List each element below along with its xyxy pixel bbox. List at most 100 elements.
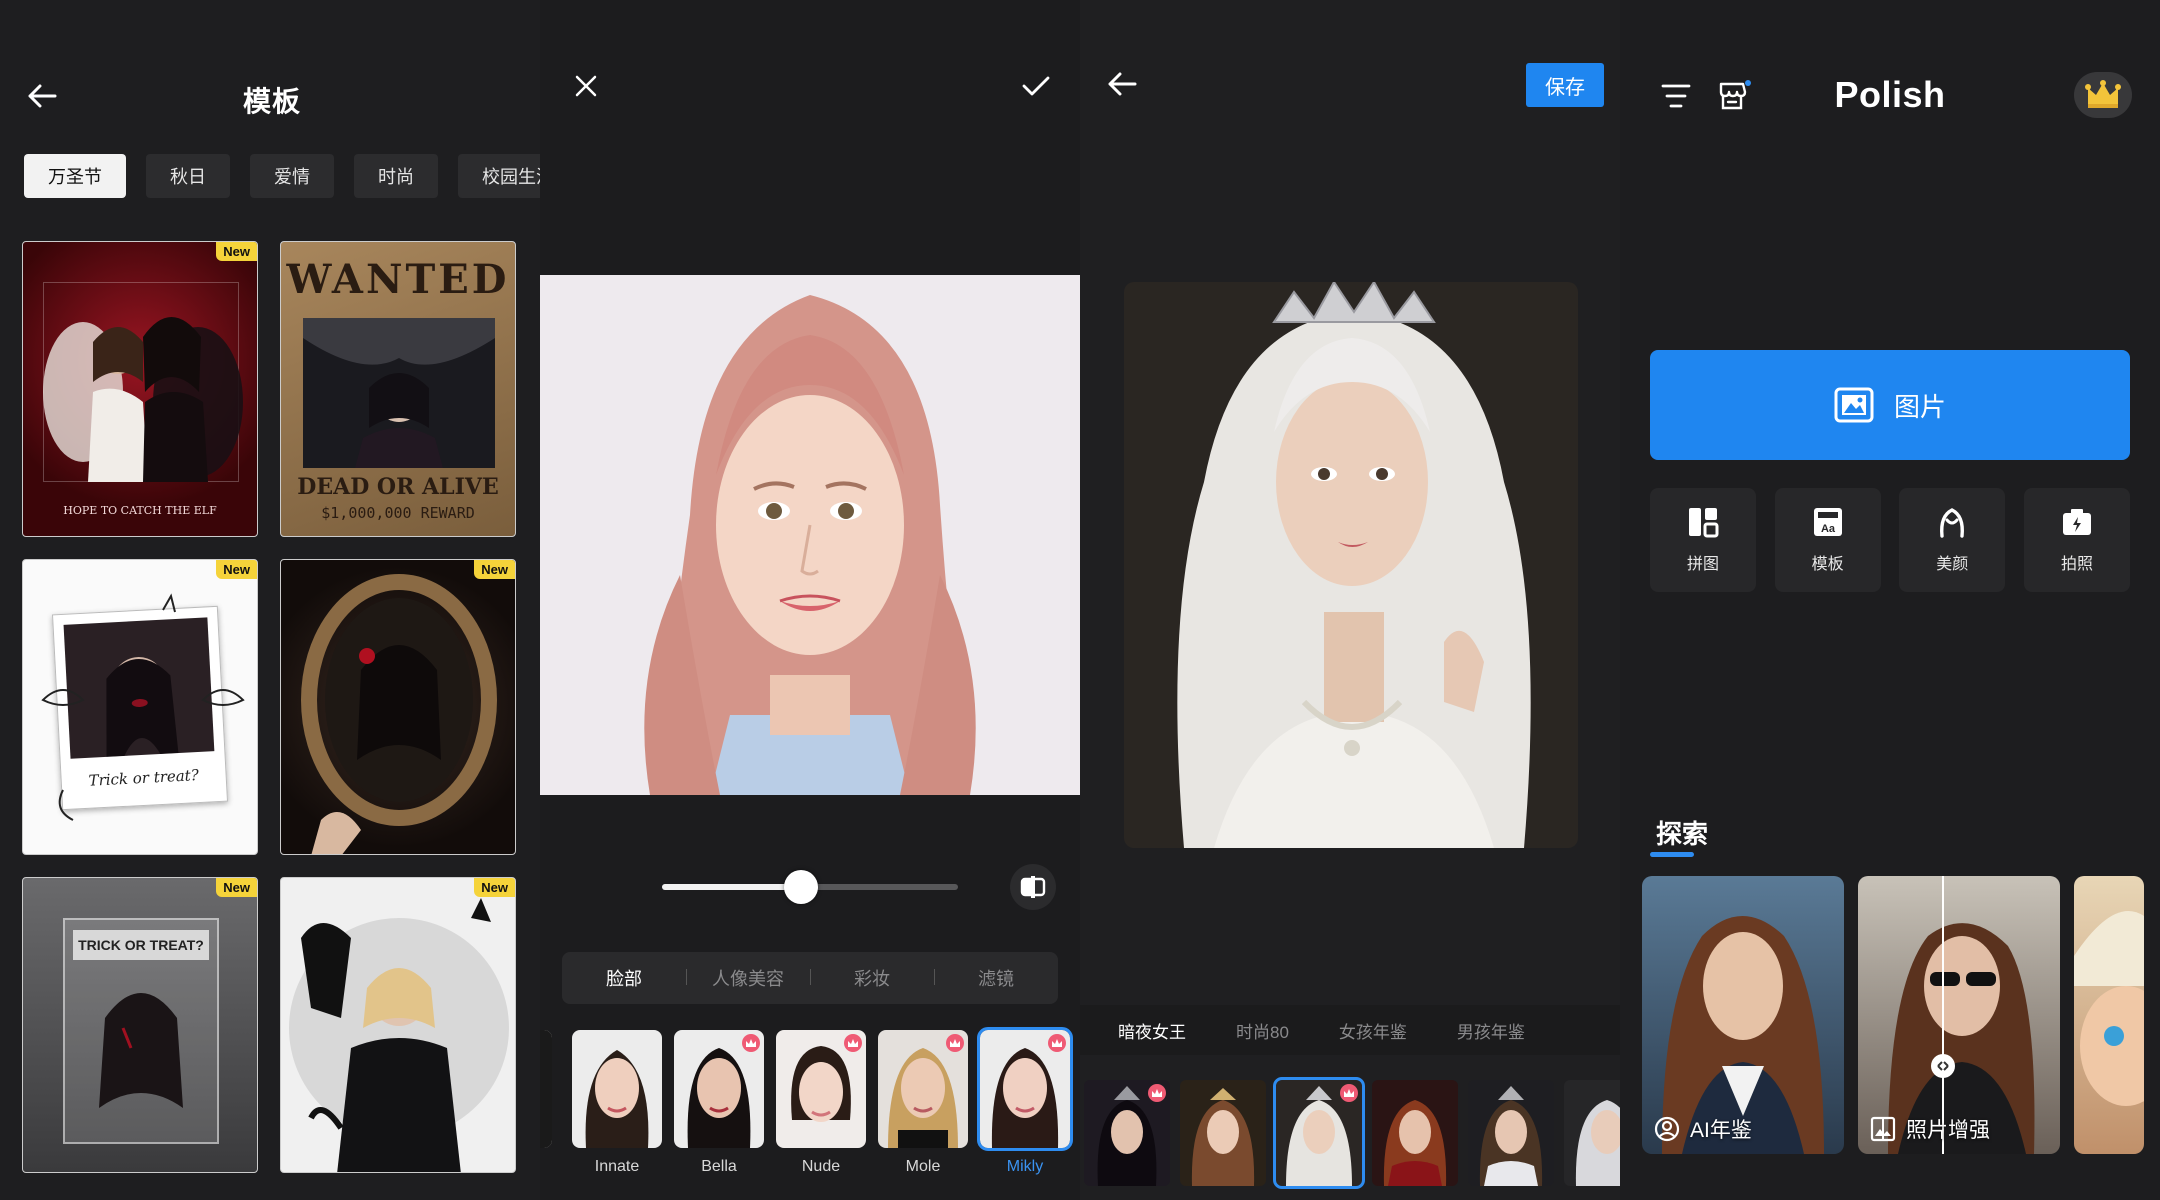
- card-label: 照片增强: [1906, 1119, 1990, 1142]
- card-caption: 照片增强: [1870, 1114, 1990, 1144]
- tab-makeup[interactable]: 彩妆: [810, 965, 934, 991]
- tool-beauty[interactable]: 美颜: [1899, 488, 2006, 592]
- tool-label: 模板: [1811, 556, 1844, 573]
- preset-item[interactable]: Bella: [674, 1030, 764, 1176]
- tab-boy-yearbook[interactable]: 男孩年鉴: [1457, 1018, 1525, 1043]
- tool-label: 拍照: [2060, 556, 2093, 573]
- explore-card-ai-yearbook[interactable]: AI年鉴: [1642, 876, 1844, 1154]
- preset-item[interactable]: Mole: [878, 1030, 968, 1176]
- back-button[interactable]: [1102, 64, 1142, 104]
- cartoon-portrait: [2074, 911, 2144, 1106]
- style-thumb[interactable]: [1372, 1080, 1458, 1186]
- tab-portrait-beauty[interactable]: 人像美容: [686, 965, 810, 991]
- tool-label: 拼图: [1686, 556, 1719, 573]
- ai-avatar-icon: [1654, 1116, 1680, 1142]
- style-thumb[interactable]: [1084, 1080, 1170, 1186]
- card-photo: [303, 318, 495, 468]
- premium-crown-icon: [1340, 1084, 1358, 1102]
- portrait-pink-hair: [540, 275, 1080, 795]
- explore-card[interactable]: [2074, 876, 2144, 1154]
- tab-filter[interactable]: 滤镜: [934, 965, 1058, 991]
- template-grid: HOPE TO CATCH THE ELF New WANTED DEAD OR…: [22, 241, 520, 1173]
- explore-title: 探索: [1656, 819, 1709, 849]
- camera-icon: [2062, 509, 2091, 535]
- chip-halloween[interactable]: 万圣节: [24, 154, 126, 198]
- preset-thumb: [674, 1030, 764, 1148]
- style-thumb-selected[interactable]: [1273, 1077, 1365, 1189]
- close-button[interactable]: [566, 66, 606, 106]
- compare-icon: [1020, 876, 1046, 898]
- new-badge: New: [216, 242, 257, 261]
- preset-list: Innate Bella Nude Mole Mikly: [540, 1027, 1080, 1190]
- couple-illustration: [43, 317, 243, 482]
- slider-thumb[interactable]: [784, 870, 819, 904]
- preset-item-selected[interactable]: Mikly: [977, 1027, 1073, 1176]
- tab-fashion-80[interactable]: 时尚80: [1236, 1018, 1289, 1043]
- style-thumb[interactable]: [1468, 1080, 1554, 1186]
- chip-campus[interactable]: 校园生活: [458, 154, 540, 198]
- girl-illustration: [99, 993, 183, 1108]
- tab-girl-yearbook[interactable]: 女孩年鉴: [1339, 1018, 1407, 1043]
- chip-autumn[interactable]: 秋日: [146, 154, 230, 198]
- chip-love[interactable]: 爱情: [250, 154, 334, 198]
- premium-crown-icon: [1148, 1084, 1166, 1102]
- compare-button[interactable]: [1010, 864, 1056, 910]
- explore-underline: [1650, 852, 1694, 857]
- preset-item[interactable]: Nude: [776, 1030, 866, 1176]
- preset-item[interactable]: [540, 1030, 552, 1148]
- tool-camera[interactable]: 拍照: [2023, 488, 2130, 592]
- premium-crown-icon: [742, 1034, 760, 1052]
- category-chips: 万圣节 秋日 爱情 时尚 校园生活: [24, 154, 540, 198]
- template-icon: Aa: [1813, 508, 1842, 536]
- result-photo: [1124, 282, 1578, 848]
- home-panel: Polish 图片 拼图 Aa 模板 美颜 拍照 探索 AI年鉴 照片增强: [1620, 0, 2160, 1200]
- template-card[interactable]: TRICK OR TREAT? New: [22, 877, 258, 1173]
- open-photo-label: 图片: [1893, 391, 1946, 422]
- template-card[interactable]: New: [280, 877, 516, 1173]
- arrow-left-icon: [28, 84, 57, 108]
- new-badge: New: [216, 878, 257, 897]
- card-label: AI年鉴: [1690, 1119, 1752, 1142]
- tab-face[interactable]: 脸部: [562, 965, 686, 991]
- card-caption: HOPE TO CATCH THE ELF: [63, 504, 217, 517]
- chip-fashion[interactable]: 时尚: [354, 154, 438, 198]
- style-thumbnails: [1084, 1077, 1620, 1190]
- page-title: 模板: [243, 86, 302, 117]
- preset-label: Mole: [905, 1158, 941, 1175]
- new-badge: New: [474, 878, 515, 897]
- preset-item[interactable]: Innate: [572, 1030, 662, 1176]
- template-card[interactable]: New: [280, 559, 516, 855]
- style-thumb[interactable]: [1180, 1080, 1266, 1186]
- enhance-icon: [1870, 1116, 1896, 1142]
- style-tabs: 暗夜女王 时尚80 女孩年鉴 男孩年鉴: [1080, 1005, 1620, 1055]
- crown-icon: [2085, 80, 2121, 108]
- explore-card-photo-enhance[interactable]: 照片增强: [1858, 876, 2060, 1154]
- mirror-illustration: [301, 574, 497, 854]
- new-badge: New: [216, 560, 257, 579]
- check-icon: [1022, 76, 1050, 96]
- tool-collage[interactable]: 拼图: [1650, 488, 1756, 592]
- template-card[interactable]: Trick or treat? New: [22, 559, 258, 855]
- preset-label: Nude: [801, 1158, 841, 1175]
- tool-template[interactable]: Aa 模板: [1774, 488, 1881, 592]
- slider-fill: [662, 884, 802, 890]
- svg-text:Aa: Aa: [1821, 523, 1836, 535]
- intensity-slider[interactable]: [662, 870, 958, 904]
- open-photo-button[interactable]: 图片: [1650, 350, 2130, 460]
- enhance-portrait: [1888, 876, 2035, 1154]
- portrait-white-hair: [1124, 282, 1578, 848]
- save-button[interactable]: 保存: [1526, 63, 1604, 107]
- card-caption: AI年鉴: [1654, 1114, 1752, 1144]
- ghost-illustration: [289, 898, 509, 1172]
- premium-button[interactable]: [2074, 72, 2132, 118]
- template-card[interactable]: WANTED DEAD OR ALIVE $1,000,000 REWARD: [280, 241, 516, 537]
- beauty-editor-panel: 脸部 人像美容 彩妆 滤镜 Innate Bella Nude Mole Mik…: [540, 0, 1080, 1200]
- template-card[interactable]: HOPE TO CATCH THE ELF New: [22, 241, 258, 537]
- preset-thumb: [572, 1030, 662, 1148]
- style-thumb[interactable]: [1564, 1080, 1620, 1186]
- confirm-button[interactable]: [1016, 66, 1056, 106]
- back-button[interactable]: [22, 76, 62, 116]
- preset-thumb: [776, 1030, 866, 1148]
- beauty-icon: [1940, 508, 1965, 538]
- tab-dark-queen[interactable]: 暗夜女王: [1118, 1018, 1186, 1043]
